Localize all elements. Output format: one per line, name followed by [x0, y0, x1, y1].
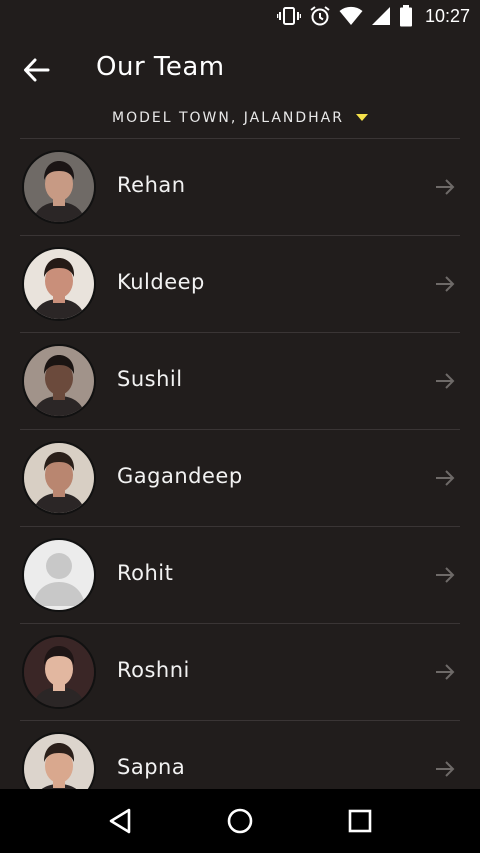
arrow-right-icon: [434, 468, 456, 488]
member-name: Sushil: [117, 367, 183, 391]
team-member-row[interactable]: Gagandeep: [0, 430, 480, 527]
wifi-icon: [339, 6, 363, 26]
caret-down-icon: [356, 114, 368, 121]
avatar: [22, 441, 96, 515]
member-name: Rehan: [117, 173, 186, 197]
team-member-row[interactable]: Kuldeep: [0, 236, 480, 333]
status-bar: 10:27: [0, 0, 480, 32]
avatar: [22, 247, 96, 321]
clock: 10:27: [424, 5, 470, 26]
arrow-right-icon: [434, 565, 456, 585]
member-name: Roshni: [117, 658, 190, 682]
arrow-right-icon: [434, 662, 456, 682]
arrow-right-icon: [434, 371, 456, 391]
arrow-left-icon: [24, 58, 50, 82]
member-name: Kuldeep: [117, 270, 205, 294]
signal-icon: [371, 6, 391, 26]
team-member-row[interactable]: Rohit: [0, 527, 480, 624]
member-name: Gagandeep: [117, 464, 243, 488]
member-name: Sapna: [117, 755, 186, 779]
vibrate-icon: [276, 6, 301, 26]
avatar: [22, 538, 96, 612]
home-circle-icon: [227, 808, 253, 834]
team-member-row[interactable]: Rehan: [0, 139, 480, 236]
system-nav-bar: [0, 789, 480, 853]
arrow-right-icon: [434, 177, 456, 197]
avatar: [22, 150, 96, 224]
team-member-row[interactable]: Sushil: [0, 333, 480, 430]
location-dropdown[interactable]: MODEL TOWN, JALANDHAR: [0, 106, 480, 130]
nav-home-button[interactable]: [220, 801, 260, 841]
battery-icon: [399, 5, 413, 27]
app-header: Our Team: [0, 40, 480, 98]
back-button[interactable]: [22, 56, 52, 84]
avatar: [22, 344, 96, 418]
arrow-right-icon: [434, 759, 456, 779]
team-list: Rehan Kuldeep Sushil Gagandeep Rohit Roshni Sa…: [0, 139, 480, 818]
alarm-icon: [309, 5, 331, 27]
recents-square-icon: [348, 809, 372, 833]
back-triangle-icon: [109, 808, 131, 834]
page-title: Our Team: [96, 52, 225, 82]
member-name: Rohit: [117, 561, 174, 585]
nav-recents-button[interactable]: [340, 801, 380, 841]
location-label: MODEL TOWN, JALANDHAR: [111, 110, 344, 126]
team-member-row[interactable]: Roshni: [0, 624, 480, 721]
avatar: [22, 635, 96, 709]
arrow-right-icon: [434, 274, 456, 294]
nav-back-button[interactable]: [100, 801, 140, 841]
